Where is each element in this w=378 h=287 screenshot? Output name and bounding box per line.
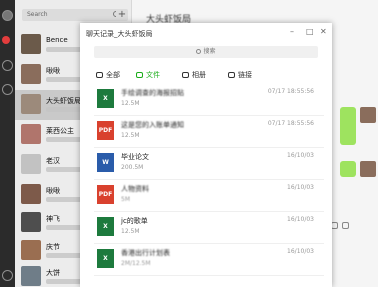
tab-label: 相册 — [192, 71, 206, 79]
file-size: 12.5M — [121, 228, 140, 235]
word-file-icon: W — [97, 153, 114, 172]
file-name: 香港出行计划表 — [121, 249, 170, 257]
attach-icon[interactable] — [331, 222, 338, 229]
tab-label: 文件 — [146, 71, 160, 79]
chat-name: 大饼 — [46, 269, 60, 277]
avatar — [21, 124, 41, 144]
file-name: jc的歌单 — [121, 217, 148, 225]
file-date: 07/17 18:55:56 — [267, 88, 314, 95]
tab-links[interactable]: 链接 — [228, 70, 252, 80]
avatar — [21, 64, 41, 84]
file-name: 这是您的入账单通知 — [121, 121, 184, 129]
contacts-icon[interactable] — [2, 60, 13, 71]
avatar — [21, 94, 41, 114]
file-date: 16/10/03 — [287, 248, 314, 255]
tab-photos[interactable]: 相册 — [182, 70, 206, 80]
file-size: 2M/12.5M — [121, 260, 151, 267]
message-bubble-sent — [340, 161, 356, 177]
chat-name: 庆节 — [46, 243, 60, 251]
window-title: 聊天记录_大头虾饭局 — [86, 30, 153, 38]
file-item[interactable]: W 毕业论文 200.5M 16/10/03 — [94, 148, 324, 180]
chat-name: 大头虾饭局 — [46, 97, 81, 105]
search-placeholder: 搜索 — [203, 48, 216, 55]
pdf-file-icon: PDF — [97, 121, 114, 140]
user-avatar[interactable] — [2, 10, 13, 21]
file-name: 毕业论文 — [121, 153, 149, 161]
menu-icon[interactable] — [2, 270, 13, 281]
file-size: 5M — [121, 196, 130, 203]
file-size: 12.5M — [121, 132, 140, 139]
file-icon — [136, 72, 143, 78]
video-icon[interactable] — [342, 222, 349, 229]
minimize-icon[interactable]: – — [290, 27, 294, 36]
chat-history-window: 聊天记录_大头虾饭局 – □ ✕ 搜索 全部 文件 相册 链接 X 手绘调查的海… — [80, 23, 332, 287]
chat-name: 啾啾 — [46, 67, 60, 75]
tab-label: 全部 — [106, 71, 120, 79]
tab-label: 链接 — [238, 71, 252, 79]
file-name: 人物资料 — [121, 185, 149, 193]
file-name: 手绘调查的海报招贴 — [121, 89, 184, 97]
unread-badge — [2, 36, 10, 44]
excel-file-icon: X — [97, 249, 114, 268]
file-date: 16/10/03 — [287, 216, 314, 223]
file-size: 12.5M — [121, 100, 140, 107]
favorites-icon[interactable] — [2, 84, 13, 95]
avatar — [21, 184, 41, 204]
left-rail — [0, 0, 15, 287]
avatar — [360, 107, 376, 123]
excel-file-icon: X — [97, 89, 114, 108]
close-icon[interactable]: ✕ — [320, 27, 327, 36]
search-input[interactable]: Search — [22, 9, 123, 21]
search-icon — [196, 49, 202, 54]
tab-all[interactable]: 全部 — [96, 70, 120, 80]
file-item[interactable]: PDF 这是您的入账单通知 12.5M 07/17 18:55:56 — [94, 116, 324, 148]
chat-name: 啾啾 — [46, 187, 60, 195]
message-bubble-sent — [340, 107, 356, 145]
avatar — [21, 266, 41, 286]
chat-name: 老汉 — [46, 157, 60, 165]
search-placeholder: Search — [27, 11, 48, 18]
file-size: 200.5M — [121, 164, 144, 171]
avatar — [21, 154, 41, 174]
chat-name: Bence — [46, 36, 68, 44]
maximize-icon[interactable]: □ — [306, 27, 314, 36]
link-icon — [228, 72, 235, 78]
avatar — [360, 161, 376, 177]
pdf-file-icon: PDF — [97, 185, 114, 204]
photo-icon — [182, 72, 189, 78]
file-item[interactable]: X 香港出行计划表 2M/12.5M 16/10/03 — [94, 244, 324, 276]
all-icon — [96, 72, 103, 78]
excel-file-icon: X — [97, 217, 114, 236]
add-button[interactable]: + — [116, 9, 128, 21]
tab-files[interactable]: 文件 — [136, 70, 160, 80]
file-date: 16/10/03 — [287, 152, 314, 159]
file-item[interactable]: PDF 人物资料 5M 16/10/03 — [94, 180, 324, 212]
avatar — [21, 212, 41, 232]
avatar — [21, 240, 41, 260]
chat-name: 莱西公主 — [46, 127, 74, 135]
history-search-input[interactable]: 搜索 — [94, 46, 318, 58]
chat-name: 神飞 — [46, 215, 60, 223]
file-item[interactable]: X jc的歌单 12.5M 16/10/03 — [94, 212, 324, 244]
avatar — [21, 34, 41, 54]
file-item[interactable]: X 手绘调查的海报招贴 12.5M 07/17 18:55:56 — [94, 84, 324, 116]
file-date: 16/10/03 — [287, 184, 314, 191]
file-date: 07/17 18:55:56 — [267, 120, 314, 127]
